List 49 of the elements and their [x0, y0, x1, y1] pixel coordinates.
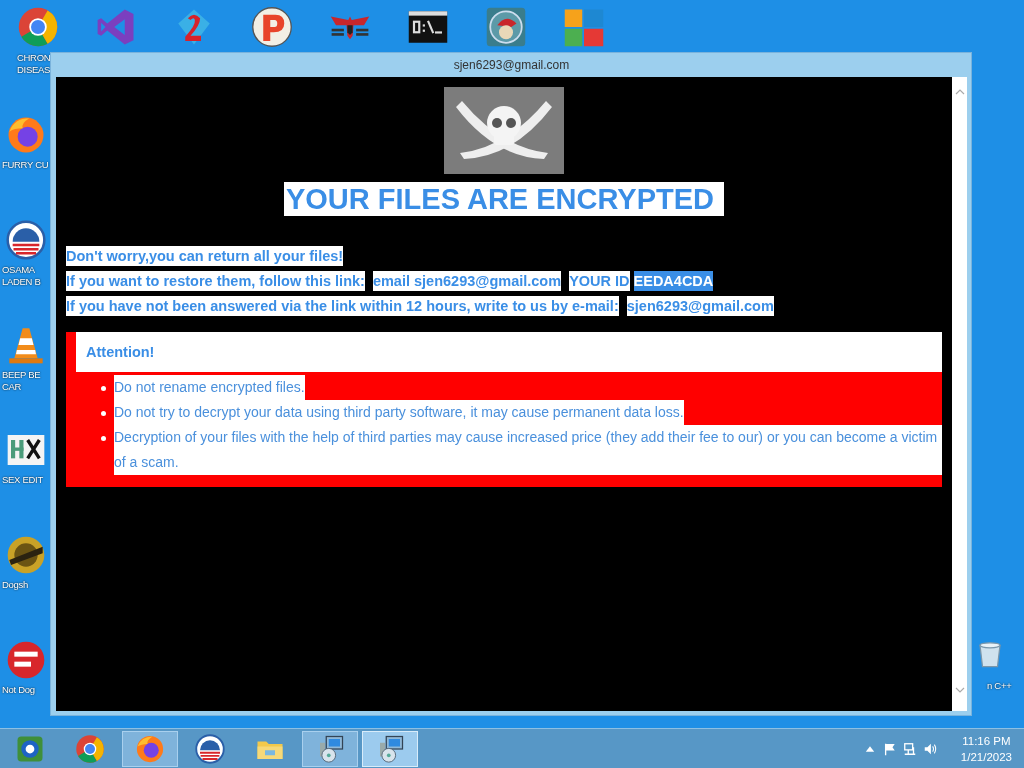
icon-label: FURRY CU [2, 159, 49, 171]
skull-crossbones-icon [444, 87, 564, 174]
scroll-up-icon[interactable] [954, 89, 965, 95]
icon-label: OSAMA [2, 264, 35, 276]
icon-label: n C++ [987, 680, 1012, 692]
scroll-down-icon[interactable] [954, 687, 965, 693]
message-text: If you have not been answered via the link within 12 hours, write to us by e-mail: [66, 296, 619, 316]
sunrise-icon [195, 733, 225, 764]
icon-label: Not Dog [2, 684, 35, 696]
headline: YOUR FILES ARE ENCRYPTED [283, 182, 725, 216]
flag-icon[interactable] [882, 741, 897, 756]
bullet-icon [101, 386, 106, 391]
message-text: If you want to restore them, follow this link: [66, 271, 365, 291]
fox-globe-icon[interactable] [6, 115, 46, 155]
icon-label: CAR [2, 381, 22, 393]
traffic-cone-icon[interactable] [6, 325, 46, 365]
browser-icon [75, 733, 105, 764]
sunrise-icon[interactable] [6, 220, 46, 260]
icon-label: BEEP BE [2, 369, 41, 381]
taskbar-button[interactable] [362, 730, 418, 767]
bullet-icon [101, 411, 106, 416]
icon-label: Dogsh [2, 579, 28, 591]
bullet-icon [101, 436, 106, 441]
message-text: Don't worry,you can return all your files! [66, 246, 344, 266]
warning-text: Decryption of your files with the help of third parties may cause increased price (they add their fee to our) or you can become a victim of a scam. [114, 425, 942, 475]
warning-text: Do not rename encrypted files. [114, 375, 305, 400]
disc-icon[interactable] [6, 640, 46, 680]
speaker-icon[interactable] [922, 741, 937, 756]
scrollbar[interactable] [952, 77, 967, 711]
ball-icon[interactable] [251, 6, 293, 48]
taskbar-button[interactable] [122, 730, 178, 767]
taskbar-button[interactable] [302, 730, 358, 767]
icon-label: SEX EDIT [2, 474, 43, 486]
icon-label: DISEAS [17, 64, 51, 76]
window-title: sjen6293@gmail.com [453, 58, 570, 72]
clock-time[interactable]: 11:16 PM [962, 732, 1011, 749]
message-text: email sjen6293@gmail.com [372, 271, 562, 291]
message-text: YOUR ID [569, 271, 630, 291]
icon-label: CHRON [17, 52, 51, 64]
warning-text: Do not try to decrypt your data using third party software, it may cause permanent data loss. [114, 400, 684, 425]
attention-title: Attention! [86, 344, 155, 360]
network-icon[interactable] [902, 741, 917, 756]
clock-date[interactable]: 1/21/2023 [960, 748, 1012, 765]
message-text: sjen6293@gmail.com [626, 296, 774, 316]
browser-icon[interactable] [17, 6, 59, 48]
coin-icon[interactable] [6, 535, 46, 575]
icon-label: LADEN B [2, 276, 41, 288]
fox-globe-icon [135, 733, 165, 764]
selected-text: EEDA4CDA [633, 271, 714, 291]
